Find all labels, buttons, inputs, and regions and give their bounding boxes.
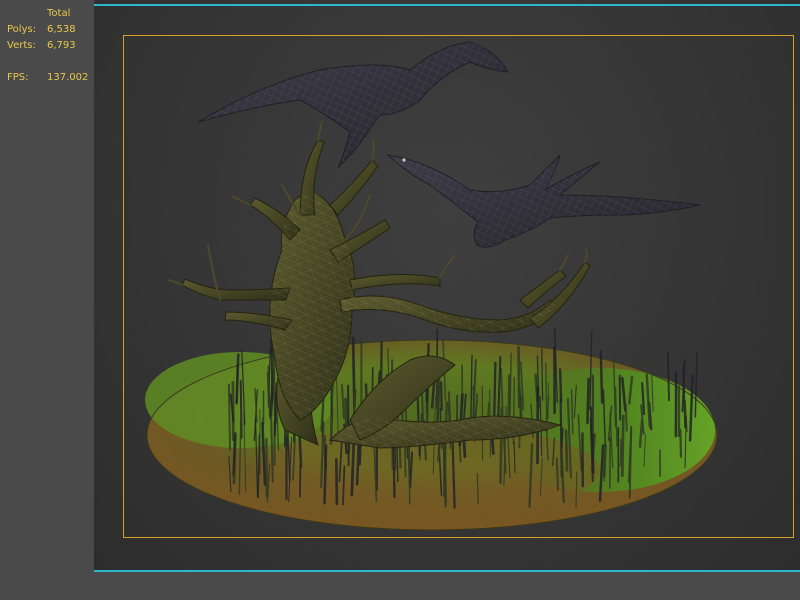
grass-blade <box>541 348 544 401</box>
grass-blade <box>599 350 604 404</box>
grass-blade <box>624 403 628 432</box>
grass-blade <box>334 457 339 506</box>
grass-blade <box>555 457 560 491</box>
grass-blade <box>265 438 269 498</box>
grass-blade <box>666 351 670 402</box>
grass-blade <box>298 464 302 498</box>
scene-render[interactable] <box>0 0 800 600</box>
grass-blade <box>440 381 443 411</box>
grass-blade <box>350 442 356 497</box>
grass-blade <box>603 453 606 482</box>
grass-blade <box>344 397 348 429</box>
grass-blade <box>618 374 622 421</box>
grass-blade <box>558 368 563 403</box>
grass-blade <box>476 473 479 505</box>
grass-blade <box>518 387 523 418</box>
crow-eye <box>402 158 406 162</box>
grass-blade <box>323 444 328 505</box>
grass-blade <box>619 438 622 467</box>
grass-blade <box>507 374 511 417</box>
grass-blade <box>586 377 590 425</box>
grass-blade <box>620 414 625 477</box>
grass-blade <box>564 429 569 472</box>
grass-blade <box>235 353 240 405</box>
crow-flying-right[interactable] <box>386 154 701 248</box>
grass-blade <box>679 428 683 458</box>
crow-flying-left[interactable] <box>197 41 509 169</box>
grass-blade <box>274 393 277 436</box>
